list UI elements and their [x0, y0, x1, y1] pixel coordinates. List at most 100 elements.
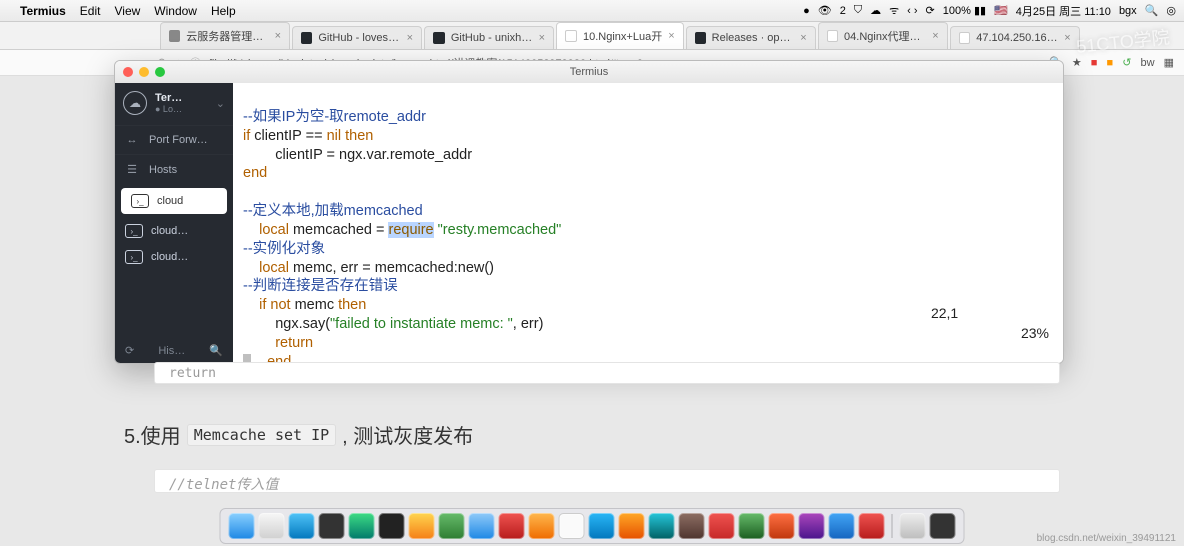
dock-app-icon[interactable]: [469, 513, 495, 539]
tab-label: GitHub - unixhot/: [451, 32, 533, 44]
sidebar-item-label[interactable]: His…: [158, 345, 185, 357]
code-text: memcached =: [293, 222, 389, 238]
close-window-icon[interactable]: [123, 67, 133, 77]
sidebar-item-label: Port Forw…: [149, 134, 208, 146]
code-keyword: return: [243, 335, 313, 351]
ext-icon[interactable]: bw: [1140, 57, 1154, 69]
dock-app-icon[interactable]: [499, 513, 525, 539]
window-titlebar[interactable]: Termius: [115, 61, 1063, 83]
count-badge[interactable]: 2: [840, 5, 846, 17]
terminal-pane[interactable]: --如果IP为空-取remote_addr if clientIP == nil…: [233, 83, 1063, 363]
dock-app-icon[interactable]: [559, 513, 585, 539]
dock-app-icon[interactable]: [529, 513, 555, 539]
ext-icon[interactable]: ■: [1106, 57, 1113, 69]
dock-app-icon[interactable]: [289, 513, 315, 539]
dock-app-icon[interactable]: [859, 513, 885, 539]
minimize-window-icon[interactable]: [139, 67, 149, 77]
app-name[interactable]: Termius: [20, 4, 66, 18]
dock-app-icon[interactable]: [739, 513, 765, 539]
hosts-icon: ☰: [125, 163, 139, 176]
dock-app-icon[interactable]: [379, 513, 405, 539]
shield-icon[interactable]: ⛉: [854, 4, 862, 17]
browser-tab[interactable]: 10.Nginx+Lua开 ×: [556, 22, 684, 49]
tab-close-icon[interactable]: ×: [668, 30, 674, 42]
wifi-icon[interactable]: ᯤ: [889, 3, 899, 18]
browser-tab[interactable]: GitHub - unixhot/ ×: [424, 26, 554, 49]
sidebar-item-label: cloud: [157, 195, 183, 207]
dock-app-icon[interactable]: [229, 513, 255, 539]
ext-icon[interactable]: ↺: [1122, 57, 1131, 69]
code-text: clientIP = ngx.var.remote_addr: [243, 147, 472, 163]
menu-help[interactable]: Help: [211, 4, 236, 18]
dock-app-icon[interactable]: [709, 513, 735, 539]
ext-icon[interactable]: ▦: [1164, 57, 1174, 69]
dock-app-icon[interactable]: [619, 513, 645, 539]
menu-edit[interactable]: Edit: [80, 4, 101, 18]
menu-window[interactable]: Window: [154, 4, 197, 18]
user-name[interactable]: bgx: [1119, 5, 1137, 17]
ext-icon[interactable]: ★: [1072, 57, 1082, 69]
sync-icon[interactable]: ⟳: [926, 4, 935, 17]
tab-close-icon[interactable]: ×: [275, 30, 281, 42]
chevron-down-icon[interactable]: ⌄: [216, 97, 225, 110]
dock-app-icon[interactable]: [409, 513, 435, 539]
browser-tab[interactable]: 47.104.250.169/n×: [950, 26, 1080, 49]
page-content: return 5.使用 Memcache set IP , 测试灰度发布 //t…: [120, 362, 1064, 493]
dock-app-icon[interactable]: [589, 513, 615, 539]
dock-app-icon[interactable]: [649, 513, 675, 539]
tab-close-icon[interactable]: ×: [800, 32, 806, 44]
browser-tab[interactable]: GitHub - loveshell×: [292, 26, 422, 49]
favicon-icon: [169, 30, 180, 42]
spotlight-icon[interactable]: 🔍: [1145, 4, 1159, 17]
zoom-window-icon[interactable]: [155, 67, 165, 77]
sidebar-header[interactable]: ☁ Ter… ● Lo… ⌄: [115, 83, 233, 125]
dock-app-icon[interactable]: [769, 513, 795, 539]
sidebar-item-hosts[interactable]: ☰ Hosts: [115, 154, 233, 184]
input-flag-icon[interactable]: 🇺🇸: [994, 4, 1008, 17]
browser-tab[interactable]: Releases · openre×: [686, 26, 816, 49]
dock-app-icon[interactable]: [259, 513, 285, 539]
sidebar-host-item[interactable]: ›_ cloud…: [115, 244, 233, 270]
termius-sidebar: ☁ Ter… ● Lo… ⌄ ↔ Port Forw… ☰ Hosts ›_ c…: [115, 83, 233, 363]
tab-label: 10.Nginx+Lua开: [583, 28, 662, 44]
dock-app-icon[interactable]: [349, 513, 375, 539]
code-keyword: then: [338, 297, 366, 313]
menu-view[interactable]: View: [114, 4, 140, 18]
code-keyword: local: [243, 222, 293, 238]
clock-date[interactable]: 4月25日 周三 11:10: [1016, 3, 1111, 19]
tab-close-icon[interactable]: ×: [932, 30, 938, 42]
code-block: //telnet传入值: [154, 469, 1060, 493]
tab-close-icon[interactable]: ×: [1064, 32, 1070, 44]
cloud-icon[interactable]: ☁: [870, 4, 881, 17]
browser-tab[interactable]: 云服务器管理控制×: [160, 22, 290, 49]
arrows-icon[interactable]: ‹ ›: [907, 5, 917, 17]
window-title: Termius: [570, 66, 609, 78]
favicon-icon: [959, 32, 971, 44]
ext-icon[interactable]: ■: [1091, 57, 1098, 69]
sidebar-host-item[interactable]: ›_ cloud…: [115, 218, 233, 244]
source-attribution: blog.csdn.net/weixin_39491121: [1037, 533, 1176, 544]
dock-app-icon[interactable]: [439, 513, 465, 539]
dock-app-icon[interactable]: [319, 513, 345, 539]
terminal-badge-icon: ›_: [131, 194, 149, 208]
dock-app-icon[interactable]: [930, 513, 956, 539]
tab-close-icon[interactable]: ×: [539, 32, 545, 44]
vim-status: 22,1 23%: [864, 286, 1049, 361]
dock-app-icon[interactable]: [799, 513, 825, 539]
sidebar-host-item[interactable]: ›_ cloud: [121, 188, 227, 214]
battery-status[interactable]: 100% ▮▮: [943, 4, 986, 17]
terminal-badge-icon: ›_: [125, 224, 143, 238]
sidebar-item-portforward[interactable]: ↔ Port Forw…: [115, 125, 233, 154]
history-icon[interactable]: ⟳: [125, 344, 134, 357]
browser-tab[interactable]: 04.Nginx代理服务×: [818, 22, 948, 49]
code-comment: --定义本地,加载memcached: [243, 203, 423, 219]
window-controls: [123, 67, 165, 77]
record-icon[interactable]: ●: [803, 5, 810, 17]
search-icon[interactable]: 🔍: [209, 344, 223, 357]
dock-app-icon[interactable]: [679, 513, 705, 539]
eye-icon[interactable]: 👁: [818, 4, 832, 17]
dock-trash-icon[interactable]: [900, 513, 926, 539]
dock-app-icon[interactable]: [829, 513, 855, 539]
notification-icon[interactable]: ◎: [1166, 4, 1176, 17]
tab-close-icon[interactable]: ×: [407, 32, 413, 44]
